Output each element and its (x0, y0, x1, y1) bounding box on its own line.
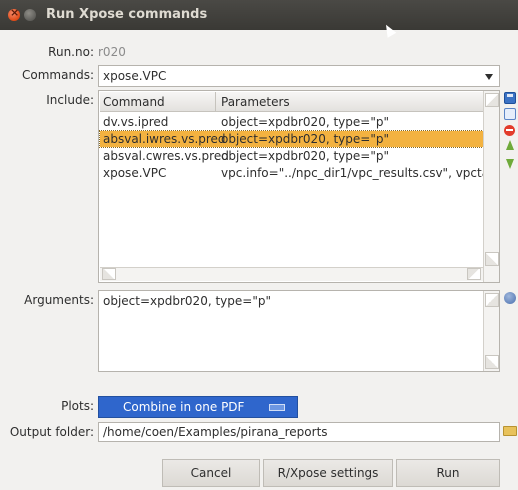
scroll-left-arrow-icon[interactable] (102, 268, 116, 280)
row-command: dv.vs.ipred (103, 115, 169, 129)
include-table[interactable]: Command Parameters dv.vs.ipred object=xp… (98, 90, 500, 283)
arguments-textarea[interactable]: object=xpdbr020, type="p" (98, 290, 500, 372)
column-separator (215, 92, 216, 112)
title-bar: Run Xpose commands (0, 0, 518, 30)
window-minimize-button[interactable] (24, 9, 36, 21)
table-row[interactable]: absval.cwres.vs.pred object=xpdbr020, ty… (100, 148, 483, 164)
scroll-down-arrow-icon[interactable] (485, 252, 499, 266)
column-header-command[interactable]: Command (103, 95, 165, 109)
table-horizontal-scrollbar[interactable] (100, 267, 483, 281)
run-no-label: Run.no: (48, 45, 94, 59)
xpose-settings-button[interactable]: R/Xpose settings (263, 459, 393, 487)
row-command: xpose.VPC (103, 166, 167, 180)
scroll-up-arrow-icon[interactable] (485, 293, 499, 307)
move-up-icon[interactable] (504, 140, 516, 152)
table-row[interactable]: dv.vs.ipred object=xpdbr020, type="p" (100, 114, 483, 130)
dropdown-icon (269, 404, 285, 411)
commands-dropdown[interactable]: xpose.VPC (98, 65, 500, 87)
info-icon[interactable] (504, 292, 516, 304)
plots-value: Combine in one PDF (123, 400, 245, 414)
scroll-down-arrow-icon[interactable] (485, 355, 499, 369)
scroll-right-arrow-icon[interactable] (467, 268, 481, 280)
row-parameters: object=xpdbr020, type="p" (221, 149, 389, 163)
run-no-value: r020 (98, 45, 126, 59)
commands-value: xpose.VPC (103, 69, 167, 83)
row-parameters: object=xpdbr020, type="p" (221, 115, 389, 129)
window-title: Run Xpose commands (46, 7, 208, 22)
run-button[interactable]: Run (396, 459, 500, 487)
commands-label: Commands: (22, 68, 94, 82)
table-vertical-scrollbar[interactable] (483, 91, 499, 282)
row-command: absval.iwres.vs.pred (103, 132, 226, 146)
output-folder-label: Output folder: (9, 425, 94, 439)
scroll-up-arrow-icon[interactable] (485, 93, 499, 107)
plots-label: Plots: (61, 399, 94, 413)
save-icon[interactable] (504, 92, 516, 104)
column-header-parameters[interactable]: Parameters (221, 95, 290, 109)
delete-icon[interactable] (504, 125, 515, 136)
output-folder-input[interactable]: /home/coen/Examples/pirana_reports (98, 422, 500, 442)
table-row-selected[interactable]: absval.iwres.vs.pred object=xpdbr020, ty… (99, 130, 484, 148)
window-close-button[interactable] (8, 6, 20, 21)
chevron-down-icon (485, 74, 493, 80)
arguments-label: Arguments: (24, 293, 94, 307)
row-parameters: object=xpdbr020, type="p" (221, 132, 389, 146)
table-row[interactable]: xpose.VPC vpc.info="../npc_dir1/vpc_resu… (100, 165, 483, 181)
table-header: Command Parameters (100, 92, 483, 112)
arguments-vertical-scrollbar[interactable] (483, 291, 499, 371)
plots-dropdown[interactable]: Combine in one PDF (98, 396, 298, 418)
include-label: Include: (46, 93, 94, 107)
output-folder-value: /home/coen/Examples/pirana_reports (103, 425, 328, 439)
folder-icon[interactable] (503, 426, 517, 436)
copy-icon[interactable] (504, 108, 516, 120)
row-command: absval.cwres.vs.pred (103, 149, 229, 163)
move-down-icon[interactable] (504, 157, 516, 169)
arguments-value: object=xpdbr020, type="p" (103, 294, 271, 308)
row-parameters: vpc.info="../npc_dir1/vpc_results.csv", … (221, 166, 483, 180)
cancel-button[interactable]: Cancel (162, 459, 260, 487)
